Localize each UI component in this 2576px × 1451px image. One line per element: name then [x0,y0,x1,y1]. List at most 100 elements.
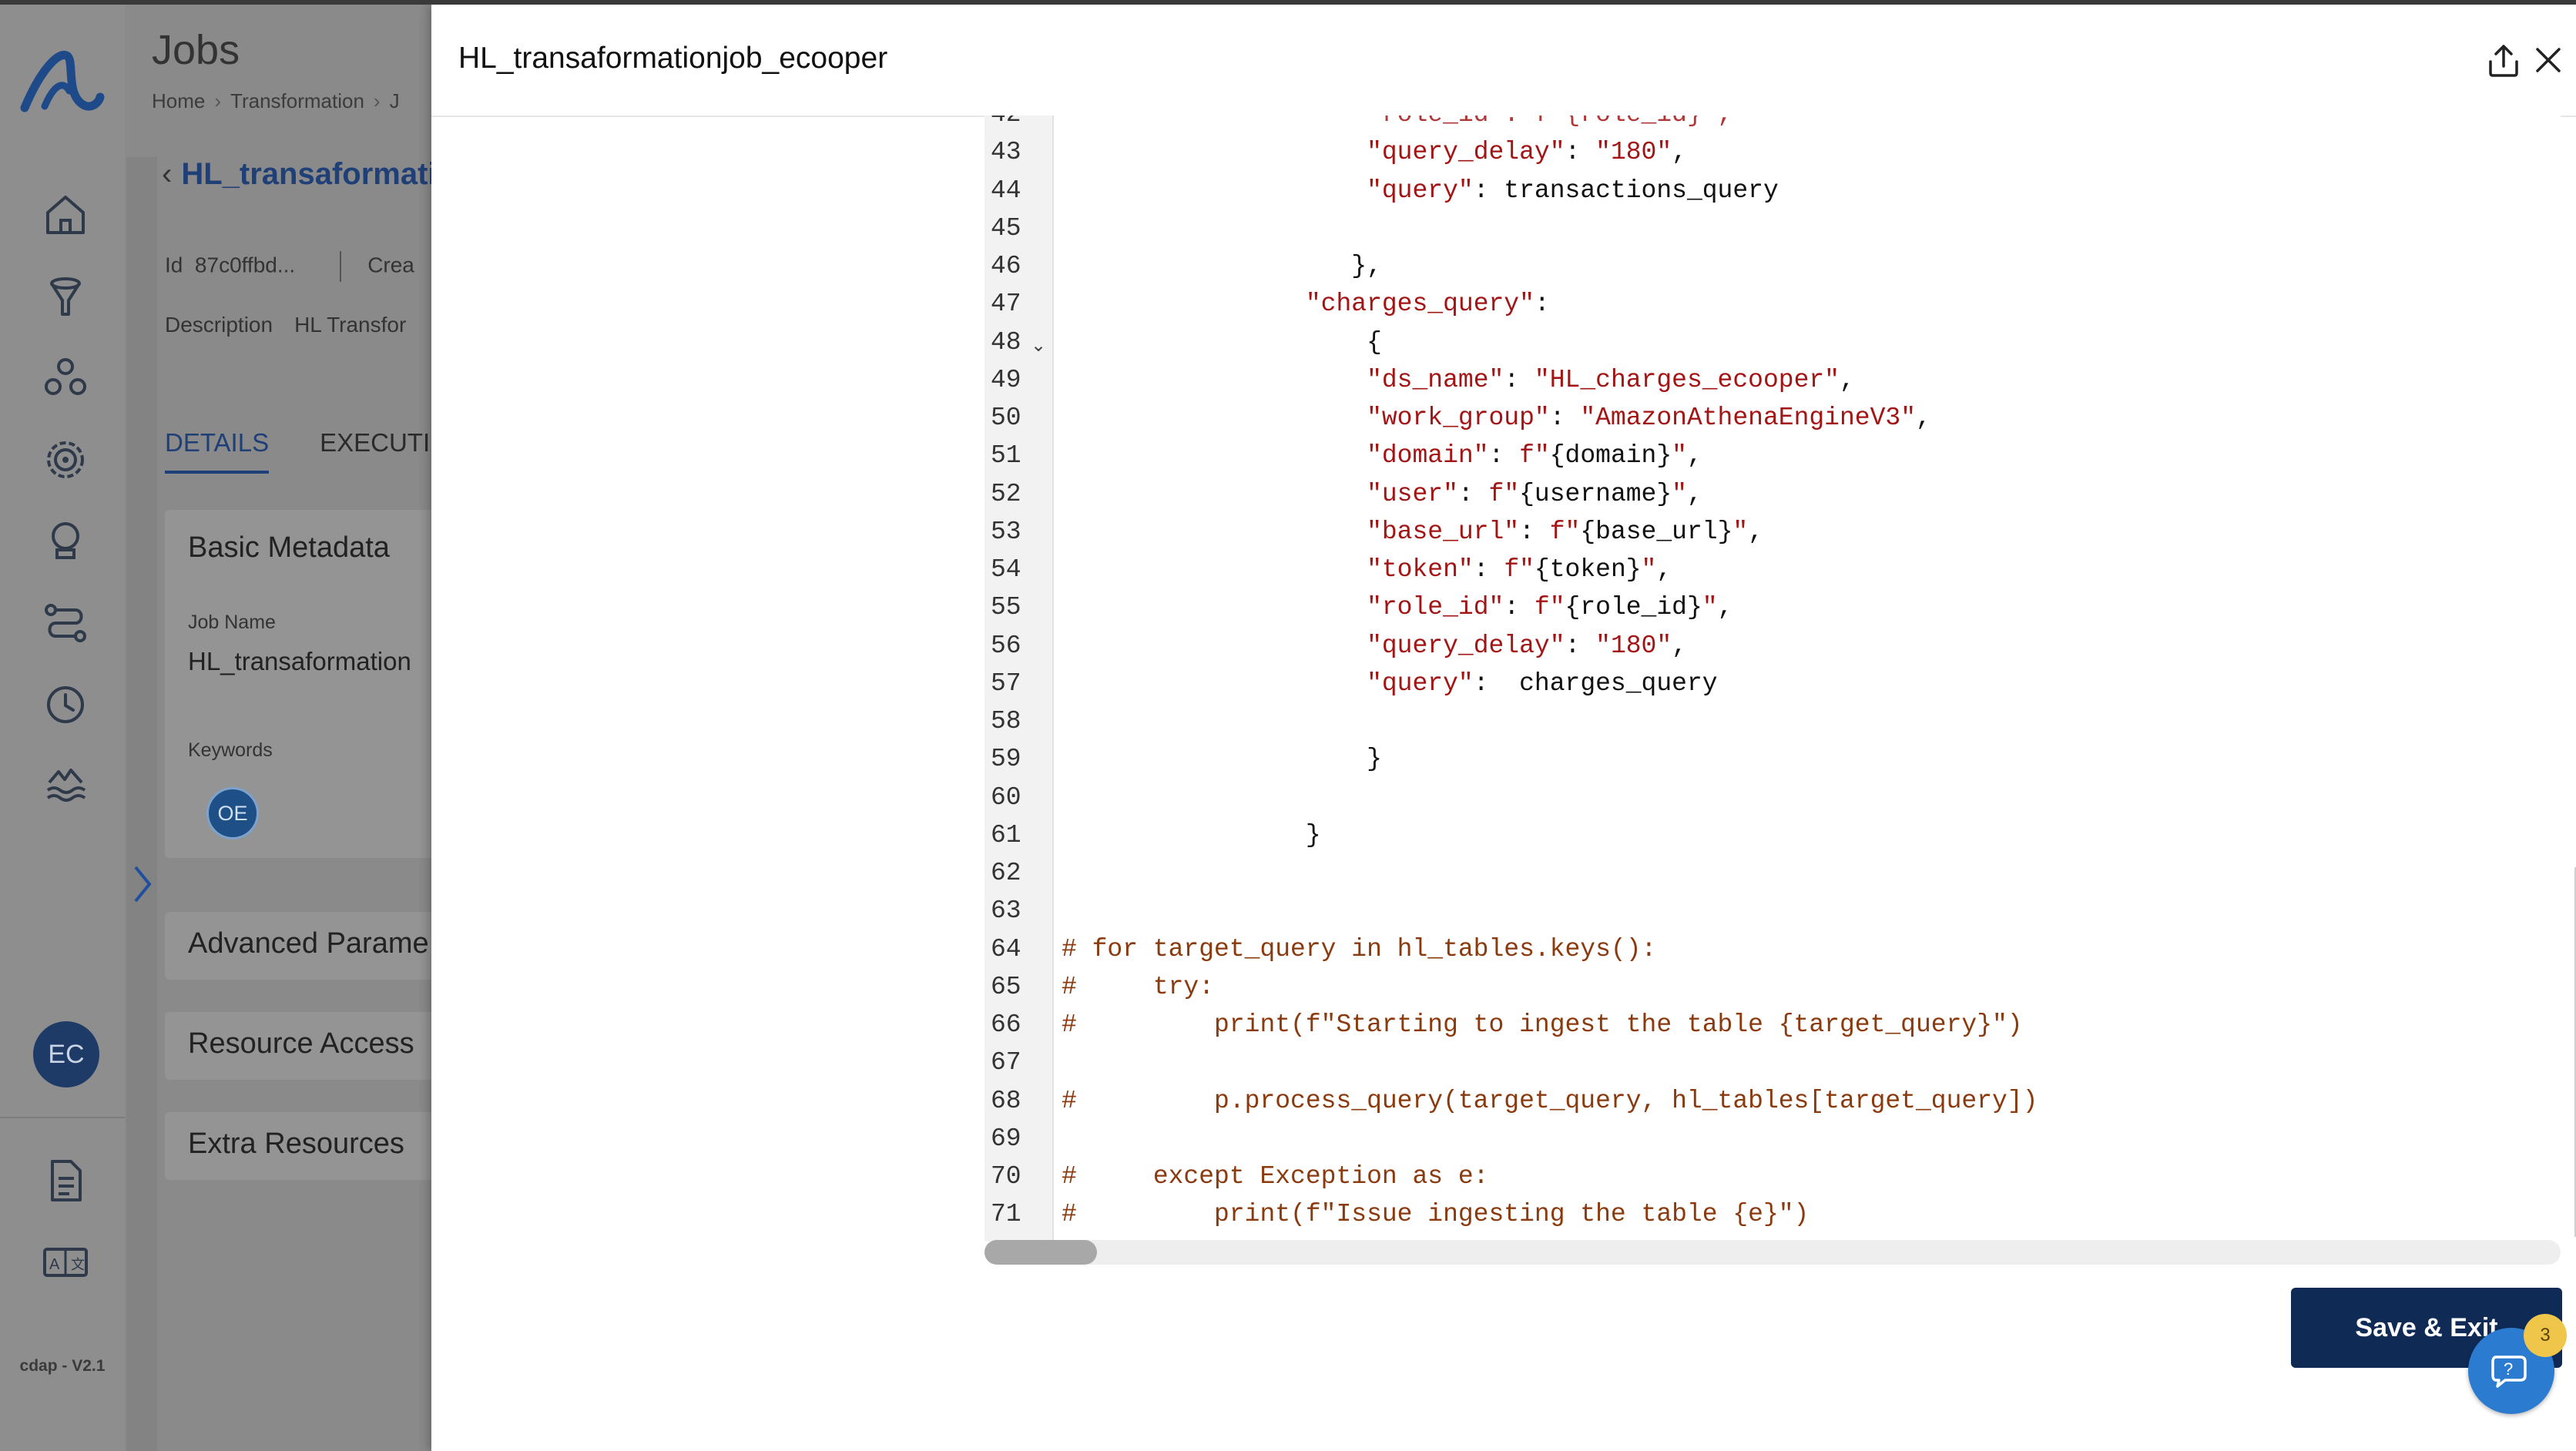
line-number: 69 [991,1124,1021,1153]
code-text: "query_delay": "180", [1367,138,1687,167]
job-detail-panel: ‹ HL_transaformatio Id 87c0ffbd... Crea De… [125,0,433,1451]
code-text: "base_url": f"{base_url}", [1367,517,1764,546]
line-number: 53 [991,517,1021,546]
help-chat-icon: ? [2491,1355,2527,1388]
line-number: 46 [991,252,1021,280]
line-number: 65 [991,972,1021,1001]
drawer-header: HL_transaformationjob_ecooper [431,5,2576,117]
code-line: 62 [984,854,2561,892]
code-text: # print(f"Issue ingesting the table {e}"… [1062,1200,1810,1229]
line-number: 54 [991,555,1021,584]
code-line: 65 # try: [984,968,2561,1006]
code-line: 45 [984,209,2561,247]
code-line: 56 "query_delay": "180", [984,627,2561,665]
created-label: Crea [367,253,414,277]
scrollbar-thumb[interactable] [984,1240,1097,1265]
code-text: # try: [1062,972,1215,1001]
version-label: cdap - V2.1 [19,1357,106,1375]
code-text: "query": charges_query [1367,669,1718,698]
code-text: "user": f"{username}", [1367,479,1702,508]
code-line: 44 "query": transactions_query [984,172,2561,209]
code-line: 66 # print(f"Starting to ingest the table… [984,1006,2561,1044]
code-line: 46 }, [984,247,2561,285]
job-name-label: Job Name [188,612,276,633]
funnel-icon[interactable] [39,270,92,323]
line-number: 49 [991,365,1021,394]
code-editor[interactable]: 42 "role_id": f"{role_id}", 43 "query_de… [984,116,2561,1242]
line-number: 55 [991,593,1021,622]
upload-icon[interactable] [2484,40,2524,80]
close-icon[interactable] [2528,40,2568,80]
back-chevron-icon[interactable]: ‹ [162,157,172,191]
code-text: "role_id": f"{role_id}", [1367,593,1733,622]
horizontal-scrollbar[interactable] [984,1240,2561,1265]
home-icon[interactable] [39,188,92,242]
code-text: }, [1062,252,1382,280]
code-text: # except Exception as e: [1062,1162,1489,1191]
notification-badge: 3 [2524,1314,2567,1357]
job-title[interactable]: ‹ HL_transaformatio [162,157,433,192]
svg-text:A: A [49,1256,60,1273]
line-number: 63 [991,896,1021,926]
clock-icon[interactable] [39,678,92,732]
advanced-parameters-title[interactable]: Advanced Parame [188,927,429,960]
code-editor-drawer: HL_transaformationjob_ecooper 42 "role_i… [431,5,2576,1451]
code-line: 43 "query_delay": "180", [984,133,2561,171]
advanced-parameters-card[interactable]: Advanced Parame [165,912,433,980]
code-lines: 42 "role_id": f"{role_id}", 43 "query_de… [984,116,2561,1234]
code-line: 61 } [984,816,2561,854]
code-line: 67 [984,1044,2561,1081]
resource-access-title[interactable]: Resource Access [188,1027,414,1061]
target-gear-icon[interactable] [39,433,92,487]
community-icon[interactable] [39,351,92,405]
code-text: # p.process_query(target_query, hl_table… [1062,1086,2038,1115]
code-text: "domain": f"{domain}", [1367,441,1702,471]
code-text: # print(f"Starting to ingest the table {… [1062,1010,2023,1039]
translate-icon[interactable]: A文 [39,1235,92,1289]
code-line: 48 ⌄ { [984,323,2561,361]
code-line: 60 [984,779,2561,816]
line-number: 70 [991,1162,1021,1191]
line-number: 62 [991,859,1021,887]
extra-resources-title[interactable]: Extra Resources [188,1128,404,1161]
code-text: } [1062,820,1321,849]
line-number: 60 [991,782,1021,812]
code-text: "query": transactions_query [1367,176,1779,205]
tab-details[interactable]: DETAILS [165,428,270,474]
line-number: 64 [991,934,1021,963]
code-line: 53 "base_url": f"{base_url}", [984,513,2561,551]
code-text: # for target_query in hl_tables.keys(): [1062,934,1657,963]
code-line: 68 # p.process_query(target_query, hl_tab… [984,1082,2561,1120]
code-text: } [1062,745,1382,774]
code-text: { [1062,327,1382,357]
line-number: 59 [991,745,1021,774]
drawer-title: HL_transaformationjob_ecooper [458,42,888,75]
code-text: "work_group": "AmazonAthenaEngineV3", [1367,404,1931,432]
app-logo-icon[interactable] [18,37,105,123]
basic-metadata-title[interactable]: Basic Metadata [188,531,390,565]
code-line: 50 "work_group": "AmazonAthenaEngineV3", [984,399,2561,437]
line-number: 44 [991,176,1021,205]
data-lake-icon[interactable] [39,759,92,813]
line-number: 50 [991,404,1021,432]
extra-resources-card[interactable]: Extra Resources [165,1112,433,1180]
code-line: 71 # print(f"Issue ingesting the table {e… [984,1195,2561,1233]
code-text: "query_delay": "180", [1367,631,1687,660]
workflow-icon[interactable] [39,596,92,650]
user-avatar[interactable]: EC [33,1021,99,1087]
code-text: "token": f"{token}", [1367,555,1672,584]
description-row: Description HL Transfor [165,313,428,337]
line-number: 52 [991,479,1021,508]
document-icon[interactable] [39,1154,92,1208]
line-number: 45 [991,213,1021,243]
top-border [0,0,2576,5]
code-line: 47 "charges_query": [984,285,2561,323]
tab-executions[interactable]: EXECUTI [320,428,430,457]
fold-chevron-icon[interactable]: ⌄ [1031,327,1046,364]
resource-access-card[interactable]: Resource Access [165,1012,433,1080]
code-line: 63 [984,892,2561,930]
lightbulb-icon[interactable] [39,514,92,568]
job-tabs: DETAILS EXECUTI [165,428,430,474]
line-number: 67 [991,1048,1021,1077]
keyword-chip[interactable]: OE [206,787,259,839]
